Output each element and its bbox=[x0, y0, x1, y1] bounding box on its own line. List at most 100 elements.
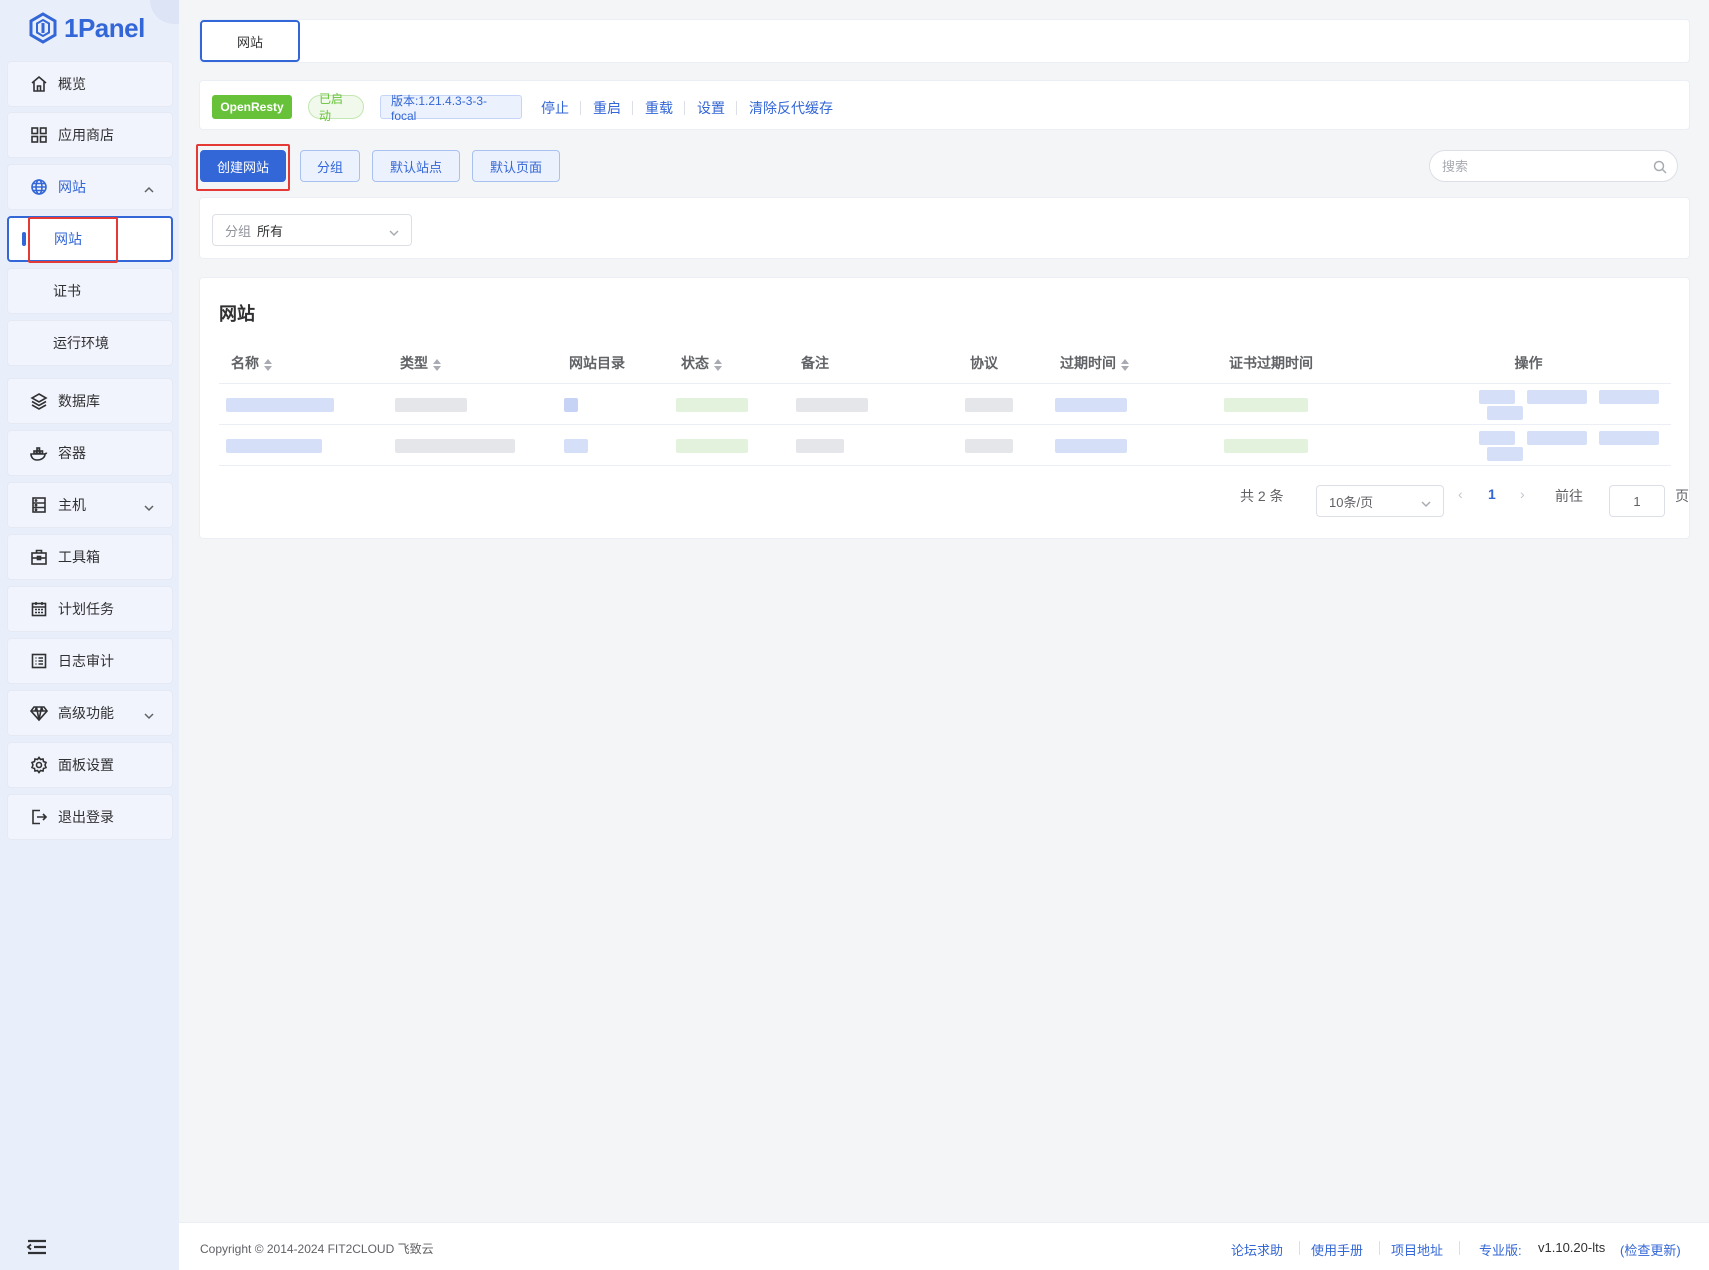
docker-icon bbox=[30, 444, 48, 462]
section-title: 网站 bbox=[219, 304, 255, 324]
copyright-text: Copyright © 2014-2024 FIT2CLOUD 飞致云 bbox=[200, 1242, 434, 1256]
redacted-cell[interactable] bbox=[796, 438, 844, 453]
redacted-cell bbox=[1224, 397, 1308, 412]
page-number[interactable]: 1 bbox=[1488, 486, 1496, 502]
sort-icon[interactable] bbox=[264, 358, 272, 372]
action-link[interactable] bbox=[1526, 389, 1587, 404]
divider bbox=[1379, 1241, 1380, 1255]
logout-icon bbox=[30, 808, 48, 826]
redacted-cell[interactable] bbox=[1055, 438, 1127, 453]
group-button[interactable]: 分组 bbox=[300, 150, 360, 182]
divider bbox=[1459, 1241, 1460, 1255]
divider bbox=[632, 101, 633, 115]
redacted-cell bbox=[1224, 438, 1308, 453]
logo-hex-icon bbox=[29, 12, 57, 44]
sidebar-item-logout[interactable]: 退出登录 bbox=[7, 794, 173, 840]
settings-link[interactable]: 设置 bbox=[697, 98, 725, 118]
sidebar-subitem-certificate[interactable]: 证书 bbox=[7, 268, 173, 314]
sort-icon[interactable] bbox=[433, 358, 441, 372]
action-link[interactable] bbox=[1598, 430, 1659, 445]
redacted-cell bbox=[676, 397, 748, 412]
table-row bbox=[219, 383, 1671, 425]
page-unit-label: 页 bbox=[1675, 488, 1689, 504]
column-header-type[interactable]: 类型 bbox=[388, 343, 557, 384]
selected-indicator bbox=[22, 232, 26, 246]
action-link[interactable] bbox=[1598, 389, 1659, 404]
action-link[interactable] bbox=[1487, 446, 1523, 461]
sidebar-item-log-audit[interactable]: 日志审计 bbox=[7, 638, 173, 684]
sidebar: 1Panel 概览 应用商店 网站 网站 证书 运行环境 数据库 容器 主机 工… bbox=[0, 0, 179, 1270]
prev-page-icon[interactable]: ‹ bbox=[1458, 486, 1463, 502]
layers-icon bbox=[30, 392, 48, 410]
manual-link[interactable]: 使用手册 bbox=[1311, 1240, 1363, 1259]
home-icon bbox=[30, 75, 48, 93]
page-size-select[interactable]: 10条/页 bbox=[1316, 485, 1444, 517]
reload-link[interactable]: 重载 bbox=[645, 98, 673, 118]
column-header-protocol: 协议 bbox=[958, 343, 1048, 384]
redacted-cell[interactable] bbox=[226, 438, 322, 453]
divider bbox=[1299, 1241, 1300, 1255]
sidebar-item-advanced[interactable]: 高级功能 bbox=[7, 690, 173, 736]
sidebar-item-overview[interactable]: 概览 bbox=[7, 61, 173, 107]
redacted-cell[interactable] bbox=[796, 397, 868, 412]
openresty-status-bar: OpenResty 已启动 版本:1.21.4.3-3-3-focal 停止 重… bbox=[199, 80, 1690, 130]
redacted-cell[interactable] bbox=[1055, 397, 1127, 412]
calendar-icon bbox=[30, 600, 48, 618]
sidebar-item-toolbox[interactable]: 工具箱 bbox=[7, 534, 173, 580]
column-header-status[interactable]: 状态 bbox=[669, 343, 789, 384]
sidebar-item-container[interactable]: 容器 bbox=[7, 430, 173, 476]
tab-bar: 网站 bbox=[199, 19, 1690, 63]
goto-page-input[interactable] bbox=[1609, 485, 1665, 517]
column-header-directory: 网站目录 bbox=[557, 343, 669, 384]
page-size-value: 10条/页 bbox=[1329, 494, 1374, 510]
sort-icon[interactable] bbox=[1121, 358, 1129, 372]
column-header-remark: 备注 bbox=[789, 343, 958, 384]
check-update-link[interactable]: (检查更新) bbox=[1620, 1240, 1681, 1259]
stop-link[interactable]: 停止 bbox=[541, 98, 569, 118]
restart-link[interactable]: 重启 bbox=[593, 98, 621, 118]
default-site-button[interactable]: 默认站点 bbox=[372, 150, 460, 182]
footer: Copyright © 2014-2024 FIT2CLOUD 飞致云 论坛求助… bbox=[179, 1222, 1709, 1270]
redacted-cell[interactable] bbox=[226, 397, 334, 412]
action-link[interactable] bbox=[1487, 405, 1523, 420]
chevron-down-icon bbox=[1421, 497, 1431, 508]
project-link[interactable]: 项目地址 bbox=[1391, 1240, 1443, 1259]
sort-icon[interactable] bbox=[714, 358, 722, 372]
sidebar-item-panel-settings[interactable]: 面板设置 bbox=[7, 742, 173, 788]
action-link[interactable] bbox=[1479, 430, 1515, 445]
clear-proxy-cache-link[interactable]: 清除反代缓存 bbox=[749, 98, 833, 118]
status-badge: 已启动 bbox=[308, 92, 364, 123]
default-page-button[interactable]: 默认页面 bbox=[472, 150, 560, 182]
redacted-cell bbox=[965, 438, 1013, 453]
gear-icon bbox=[30, 756, 48, 774]
action-link[interactable] bbox=[1526, 430, 1587, 445]
sidebar-item-website[interactable]: 网站 bbox=[7, 164, 173, 210]
logo[interactable]: 1Panel bbox=[28, 10, 145, 46]
column-header-expire-time[interactable]: 过期时间 bbox=[1048, 343, 1217, 384]
sidebar-subitem-runtime[interactable]: 运行环境 bbox=[7, 320, 173, 366]
redacted-cell bbox=[676, 438, 748, 453]
sidebar-item-database[interactable]: 数据库 bbox=[7, 378, 173, 424]
folder-icon[interactable] bbox=[564, 438, 588, 453]
folder-icon[interactable] bbox=[564, 397, 578, 412]
search-icon[interactable] bbox=[1653, 160, 1667, 174]
group-filter-select[interactable]: 分组 所有 bbox=[212, 214, 412, 246]
sidebar-item-host[interactable]: 主机 bbox=[7, 482, 173, 528]
sidebar-item-app-store[interactable]: 应用商店 bbox=[7, 112, 173, 158]
next-page-icon[interactable]: › bbox=[1520, 486, 1525, 502]
sidebar-subitem-website[interactable]: 网站 bbox=[7, 216, 173, 262]
search-input[interactable] bbox=[1442, 158, 1642, 174]
divider bbox=[736, 101, 737, 115]
website-table: 名称 类型 网站目录 状态 备注 协议 过期时间 证书过期时间 操作 bbox=[219, 343, 1671, 466]
column-header-name[interactable]: 名称 bbox=[219, 343, 388, 384]
tab-website[interactable]: 网站 bbox=[200, 20, 300, 62]
divider bbox=[580, 101, 581, 115]
forum-link[interactable]: 论坛求助 bbox=[1231, 1240, 1283, 1259]
sidebar-item-cron[interactable]: 计划任务 bbox=[7, 586, 173, 632]
edition-label: 专业版: bbox=[1479, 1243, 1522, 1258]
action-link[interactable] bbox=[1479, 389, 1515, 404]
version-text: v1.10.20-lts bbox=[1538, 1240, 1606, 1255]
website-table-card: 网站 名称 类型 网站目录 状态 备注 协议 过期时间 证书过期时间 操作 共 … bbox=[199, 277, 1690, 539]
create-website-button[interactable]: 创建网站 bbox=[200, 150, 286, 182]
collapse-menu-icon[interactable] bbox=[26, 1238, 48, 1256]
